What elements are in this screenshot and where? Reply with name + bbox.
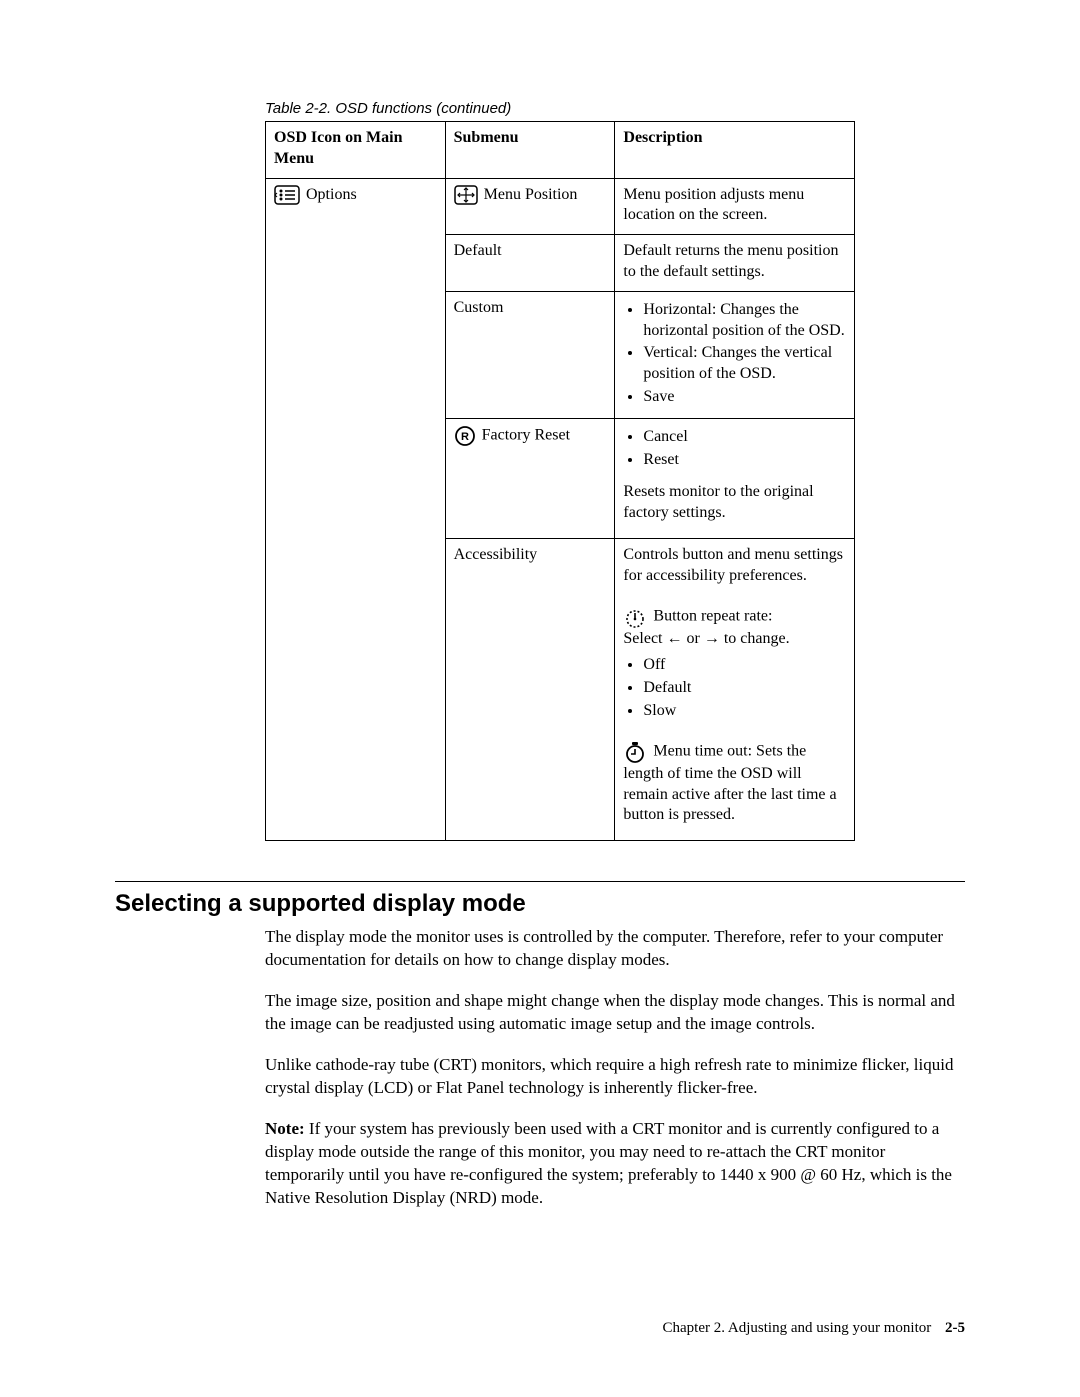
options-icon	[274, 185, 300, 205]
svg-text:R: R	[461, 431, 469, 443]
factory-reset-bullet-list: Cancel Reset	[629, 427, 846, 471]
factory-reset-after-text: Resets monitor to the original factory s…	[623, 482, 846, 524]
list-item: Vertical: Changes the vertical position …	[643, 343, 846, 385]
header-submenu: Submenu	[445, 122, 615, 179]
footer-chapter: Chapter 2. Adjusting and using your moni…	[663, 1320, 932, 1336]
menu-timeout-icon	[623, 740, 647, 764]
table-caption: Table 2-2. OSD functions (continued)	[265, 100, 965, 117]
cell-desc-menu-position: Menu position adjusts menu location on t…	[615, 178, 855, 235]
note-paragraph: Note: If your system has previously been…	[265, 1118, 965, 1210]
cell-submenu-menu-position: Menu Position	[445, 178, 615, 235]
table-header-row: OSD Icon on Main Menu Submenu Descriptio…	[266, 122, 855, 179]
main-label: Options	[306, 186, 357, 203]
table-row: Options Menu Position	[266, 178, 855, 235]
menu-position-icon	[454, 185, 478, 205]
header-main: OSD Icon on Main Menu	[266, 122, 446, 179]
cell-submenu-custom: Custom	[445, 291, 615, 418]
submenu-label: Factory Reset	[482, 426, 570, 443]
arrow-right-icon: →	[704, 630, 720, 647]
list-item: Slow	[643, 701, 846, 722]
repeat-select-middle: or	[686, 630, 699, 647]
list-item: Horizontal: Changes the horizontal posit…	[643, 300, 846, 342]
repeat-rate-icon	[623, 605, 647, 629]
cell-desc-default: Default returns the menu position to the…	[615, 235, 855, 292]
note-body: If your system has previously been used …	[265, 1119, 952, 1207]
repeat-select-prefix: Select	[623, 630, 662, 647]
repeat-rate-label: Button repeat rate:	[653, 607, 772, 624]
paragraph: The image size, position and shape might…	[265, 990, 965, 1036]
accessibility-intro: Controls button and menu settings for ac…	[623, 545, 846, 587]
list-item: Save	[643, 387, 846, 408]
section-heading: Selecting a supported display mode	[115, 890, 965, 918]
submenu-label: Menu Position	[484, 186, 578, 203]
custom-bullet-list: Horizontal: Changes the horizontal posit…	[629, 300, 846, 408]
cell-submenu-accessibility: Accessibility	[445, 538, 615, 840]
cell-submenu-factory-reset: R Factory Reset	[445, 418, 615, 538]
page-footer: Chapter 2. Adjusting and using your moni…	[663, 1320, 965, 1337]
section-body: The display mode the monitor uses is con…	[265, 926, 965, 1209]
cell-desc-accessibility: Controls button and menu settings for ac…	[615, 538, 855, 840]
menu-timeout-text: Menu time out: Sets the length of time t…	[623, 742, 836, 823]
footer-page-number: 2-5	[945, 1320, 965, 1336]
list-item: Reset	[643, 450, 846, 471]
paragraph: Unlike cathode-ray tube (CRT) monitors, …	[265, 1054, 965, 1100]
cell-submenu-default: Default	[445, 235, 615, 292]
list-item: Default	[643, 678, 846, 699]
osd-functions-table: OSD Icon on Main Menu Submenu Descriptio…	[265, 121, 855, 841]
page: Table 2-2. OSD functions (continued) OSD…	[0, 0, 1080, 1397]
cell-main-options: Options	[266, 178, 446, 841]
note-label: Note:	[265, 1119, 305, 1138]
accessibility-timeout-block: Menu time out: Sets the length of time t…	[623, 740, 846, 826]
paragraph: The display mode the monitor uses is con…	[265, 926, 965, 972]
factory-reset-icon: R	[454, 425, 476, 447]
repeat-bullet-list: Off Default Slow	[629, 655, 846, 721]
list-item: Off	[643, 655, 846, 676]
cell-desc-custom: Horizontal: Changes the horizontal posit…	[615, 291, 855, 418]
list-item: Cancel	[643, 427, 846, 448]
arrow-left-icon: ←	[666, 630, 682, 647]
accessibility-repeat-block: Button repeat rate: Select ← or → to cha…	[623, 605, 846, 650]
section-divider	[115, 881, 965, 882]
cell-desc-factory-reset: Cancel Reset Resets monitor to the origi…	[615, 418, 855, 538]
repeat-select-suffix: to change.	[724, 630, 790, 647]
header-description: Description	[615, 122, 855, 179]
